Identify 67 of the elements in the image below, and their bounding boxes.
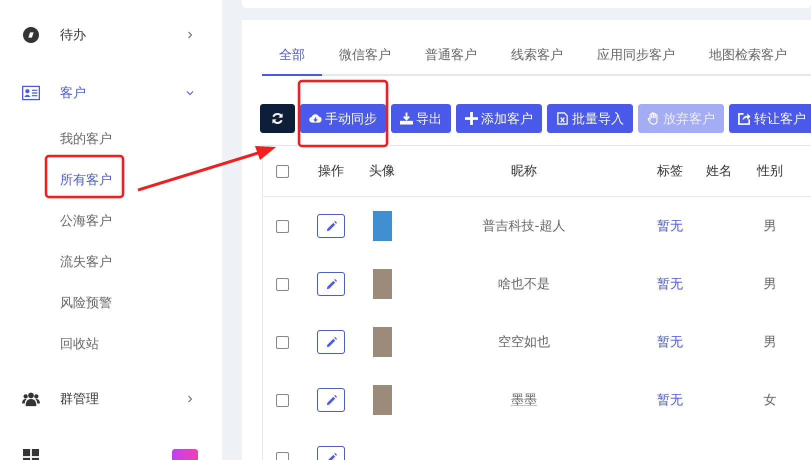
- tag-link[interactable]: 暂无: [657, 275, 683, 293]
- cloud-download-icon: [309, 112, 322, 125]
- refresh-icon: [271, 112, 284, 125]
- chevron-right-icon: [186, 31, 194, 39]
- people-group-icon: [22, 391, 40, 407]
- download-icon: [400, 112, 413, 125]
- row-checkbox[interactable]: [276, 220, 288, 232]
- photo-placeholder: [372, 327, 392, 357]
- chevron-right-icon: [186, 395, 194, 403]
- photo-placeholder: [372, 269, 392, 299]
- toolbar-button[interactable]: 添加客户: [456, 104, 542, 133]
- tab[interactable]: 微信客户: [322, 40, 408, 76]
- gender-cell-text: 男: [764, 218, 776, 235]
- row-checkbox[interactable]: [276, 336, 288, 348]
- edit-button[interactable]: [317, 214, 345, 238]
- hand-icon: [647, 112, 660, 125]
- tab[interactable]: 应用同步客户: [580, 40, 692, 76]
- edit-button[interactable]: [317, 272, 345, 296]
- toolbar-button[interactable]: 导出: [391, 104, 451, 133]
- edit-button[interactable]: [317, 388, 345, 412]
- edit-button[interactable]: [317, 330, 345, 354]
- tag-link[interactable]: 暂无: [657, 217, 683, 235]
- excel-file-icon: [556, 112, 569, 125]
- toolbar-button[interactable]: 批量导入: [547, 104, 633, 133]
- column-header: 头像: [368, 163, 396, 180]
- row-checkbox[interactable]: [276, 394, 288, 406]
- pencil-icon: [326, 394, 336, 406]
- gender-cell-text: 男: [764, 334, 776, 351]
- refresh-button[interactable]: [260, 104, 295, 133]
- plus-icon: [465, 112, 478, 125]
- nickname-cell-text: 啥也不是: [498, 276, 550, 293]
- column-header: 姓名: [705, 163, 733, 180]
- sidebar-subitem[interactable]: 流失客户: [0, 241, 222, 282]
- tag-link[interactable]: 暂无: [657, 391, 683, 409]
- nickname-cell-text: 空空如也: [498, 334, 550, 351]
- pencil-icon: [326, 278, 336, 290]
- nickname-cell-text: 墨墨: [511, 392, 537, 409]
- photo-placeholder: [372, 385, 392, 415]
- tab[interactable]: 地图检索客户: [692, 40, 804, 76]
- avatar-image: [372, 211, 392, 241]
- column-header: 标签: [656, 163, 684, 180]
- tab[interactable]: 线索客户: [494, 40, 580, 76]
- sidebar-subitem[interactable]: 风险预警: [0, 282, 222, 323]
- tab[interactable]: 全部: [262, 40, 322, 76]
- todo-icon: [22, 27, 40, 43]
- share-icon: [738, 112, 751, 125]
- nickname-cell-text: 普吉科技-超人: [482, 218, 566, 235]
- pencil-icon: [326, 220, 336, 232]
- column-header: 性别: [756, 163, 784, 180]
- gender-cell-text: 男: [764, 276, 776, 293]
- column-header: 昵称: [510, 163, 538, 180]
- chevron-down-icon: [186, 89, 194, 97]
- sidebar-subitem[interactable]: 公海客户: [0, 200, 222, 241]
- toolbar-button[interactable]: 转让客户: [729, 104, 811, 133]
- select-all-checkbox[interactable]: [276, 164, 288, 178]
- tag-link[interactable]: 暂无: [657, 333, 683, 351]
- sidebar-item[interactable]: 待办: [0, 6, 222, 64]
- sidebar-subitem[interactable]: 回收站: [0, 323, 222, 364]
- pencil-icon: [326, 336, 336, 348]
- row-checkbox[interactable]: [276, 278, 288, 290]
- contact-card-icon: [22, 85, 40, 101]
- sidebar-item[interactable]: 群管理: [0, 370, 222, 428]
- column-header: 操作: [317, 163, 345, 180]
- sidebar-subitem[interactable]: 所有客户: [0, 159, 222, 200]
- tab[interactable]: 普通客户: [408, 40, 494, 76]
- toolbar-button[interactable]: 手动同步: [300, 104, 386, 133]
- gender-cell-text: 女: [764, 392, 776, 409]
